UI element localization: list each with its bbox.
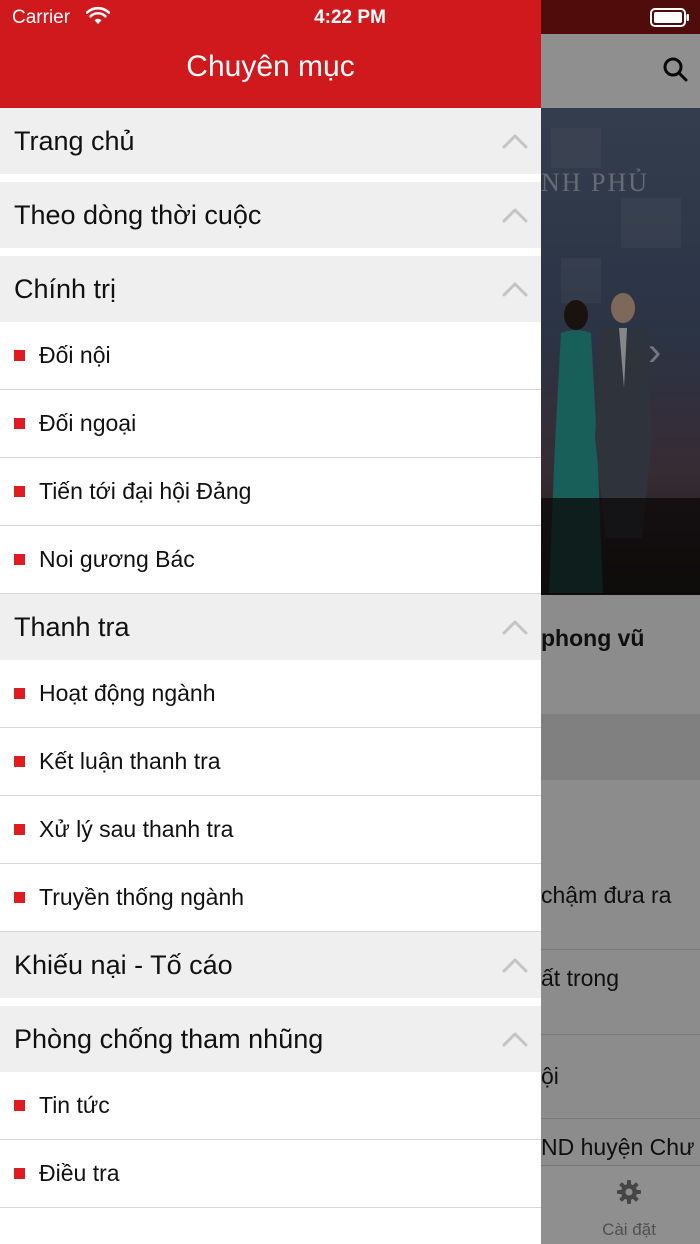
menu-section-label: Phòng chống tham nhũng (14, 1023, 324, 1054)
menu-item[interactable]: Truyền thống ngành (0, 864, 541, 932)
drawer-title: Chuyên mục (186, 50, 355, 83)
menu-item[interactable]: Tiến tới đại hội Đảng (0, 458, 541, 526)
menu-item-label: Tin tức (39, 1092, 110, 1118)
square-bullet-icon (14, 688, 25, 699)
menu-item-label: Đối ngoại (39, 410, 137, 436)
chevron-up-icon[interactable] (501, 956, 529, 974)
section-divider (0, 998, 541, 1006)
menu-item-label: Truyền thống ngành (39, 884, 245, 910)
chevron-up-icon[interactable] (501, 132, 529, 150)
menu-section-label: Trang chủ (14, 125, 135, 156)
square-bullet-icon (14, 1100, 25, 1111)
menu-item-label: Điều tra (39, 1160, 120, 1186)
menu-section-label: Chính trị (14, 273, 117, 304)
menu-item[interactable]: Noi gương Bác (0, 526, 541, 594)
square-bullet-icon (14, 1168, 25, 1179)
menu-item[interactable]: Đối ngoại (0, 390, 541, 458)
square-bullet-icon (14, 350, 25, 361)
section-divider (0, 174, 541, 182)
square-bullet-icon (14, 824, 25, 835)
dim-overlay[interactable] (541, 0, 700, 1244)
menu-item[interactable]: Hoạt động ngành (0, 660, 541, 728)
menu-section[interactable]: Theo dòng thời cuộc (0, 182, 541, 248)
clock: 4:22 PM (314, 7, 386, 28)
menu-item[interactable]: Kết luận thanh tra (0, 728, 541, 796)
menu-section[interactable]: Khiếu nại - Tố cáo (0, 932, 541, 998)
menu-item-label: Đối nội (39, 342, 111, 368)
menu-item-label: Noi gương Bác (39, 546, 195, 572)
menu-item[interactable]: Xử lý sau thanh tra (0, 796, 541, 864)
menu-item-label: Kết luận thanh tra (39, 748, 221, 774)
status-bar: Carrier 4:22 PM (0, 0, 700, 34)
section-divider (0, 248, 541, 256)
battery-icon (650, 8, 689, 27)
chevron-up-icon[interactable] (501, 618, 529, 636)
square-bullet-icon (14, 418, 25, 429)
square-bullet-icon (14, 554, 25, 565)
menu-section[interactable]: Chính trị (0, 256, 541, 322)
menu-item[interactable]: Tin tức (0, 1072, 541, 1140)
menu-section[interactable]: Thanh tra (0, 594, 541, 660)
square-bullet-icon (14, 756, 25, 767)
square-bullet-icon (14, 486, 25, 497)
menu-item-label: Hoạt động ngành (39, 680, 216, 706)
menu-section-label: Theo dòng thời cuộc (14, 199, 262, 230)
menu-section[interactable]: Trang chủ (0, 108, 541, 174)
menu-item[interactable]: Điều tra (0, 1140, 541, 1208)
square-bullet-icon (14, 892, 25, 903)
menu-item-label: Xử lý sau thanh tra (39, 816, 234, 842)
chevron-up-icon[interactable] (501, 206, 529, 224)
side-drawer: Chuyên mục Trang chủ Theo dòng thời cuộc C… (0, 0, 541, 1244)
chevron-up-icon[interactable] (501, 280, 529, 298)
menu-section-label: Thanh tra (14, 611, 130, 642)
menu-section-label: Khiếu nại - Tố cáo (14, 949, 233, 980)
menu-section[interactable]: Phòng chống tham nhũng (0, 1006, 541, 1072)
chevron-up-icon[interactable] (501, 1030, 529, 1048)
menu-item[interactable]: Đối nội (0, 322, 541, 390)
menu-item-label: Tiến tới đại hội Đảng (39, 478, 252, 504)
category-menu: Trang chủ Theo dòng thời cuộc Chính trị Đối… (0, 108, 541, 1208)
